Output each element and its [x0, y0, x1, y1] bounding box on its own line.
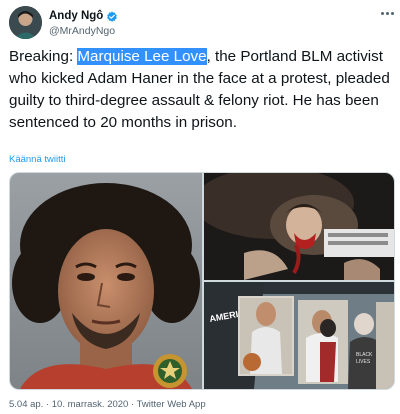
- author-display-name[interactable]: Andy Ngô: [49, 9, 103, 23]
- more-options-icon[interactable]: [379, 8, 395, 18]
- media-grid: AMERI BLACK LIVES: [9, 172, 395, 390]
- tweet-timestamp[interactable]: 5.04 ap. · 10. marrask. 2020 · Twitter W…: [9, 399, 206, 410]
- avatar[interactable]: [9, 6, 42, 39]
- injured-man-image[interactable]: [204, 173, 394, 280]
- tweet-text: Breaking: Marquise Lee Love, the Portlan…: [9, 46, 395, 134]
- protest-scene-image[interactable]: AMERI BLACK LIVES: [204, 282, 394, 389]
- tweet-header: Andy Ngô @MrAndyNgo: [9, 6, 395, 42]
- selected-text-highlight: Marquise Lee Love: [77, 48, 207, 65]
- verified-badge-icon: [106, 10, 118, 22]
- tweet-text-prefix: Breaking:: [9, 48, 78, 65]
- svg-text:BLACK: BLACK: [356, 352, 373, 358]
- svg-text:LIVES: LIVES: [356, 359, 371, 365]
- translate-tweet-link[interactable]: Käännä twiitti: [9, 154, 66, 165]
- author-handle[interactable]: @MrAndyNgo: [49, 24, 118, 38]
- author-info: Andy Ngô @MrAndyNgo: [49, 9, 118, 38]
- mugshot-image[interactable]: [10, 173, 202, 389]
